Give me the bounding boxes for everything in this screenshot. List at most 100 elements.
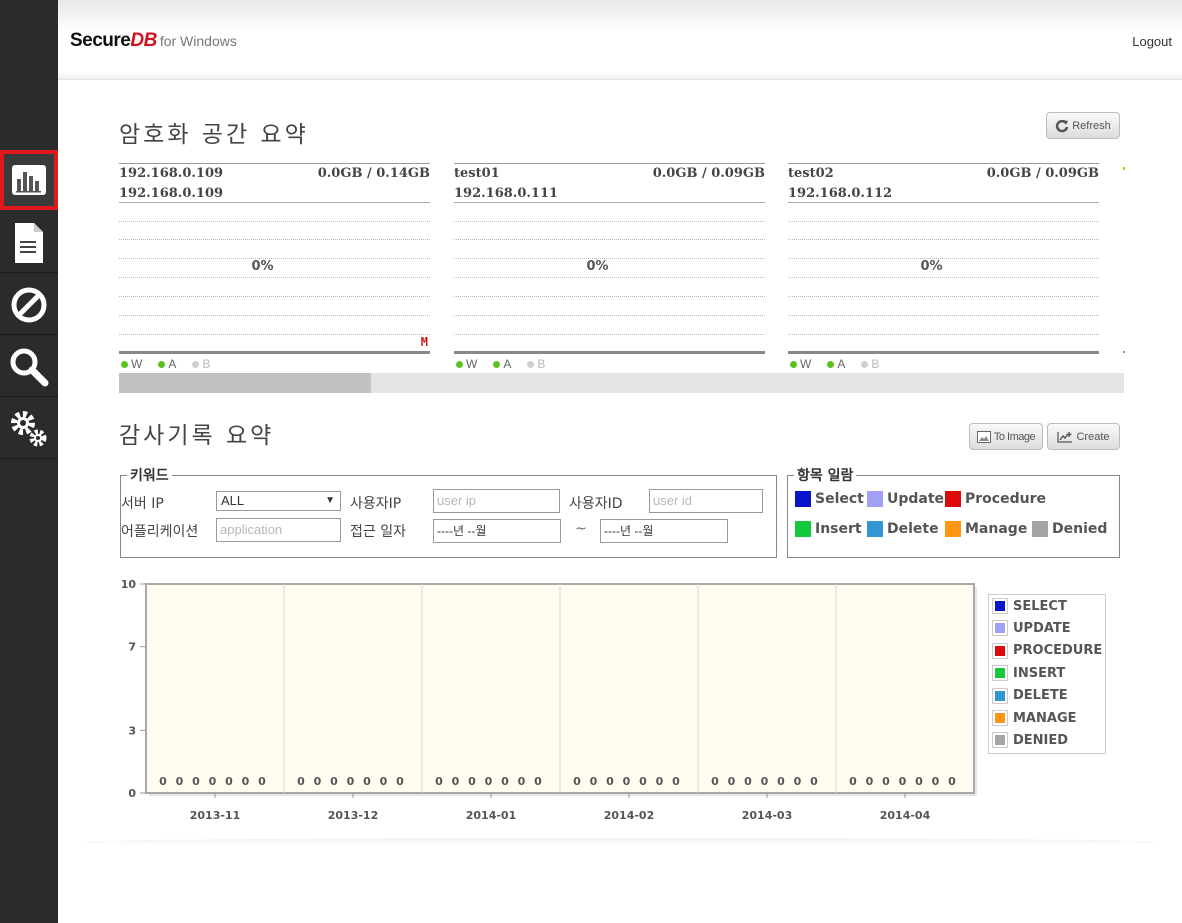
data-label: 0: [794, 775, 802, 788]
nav-documents-button[interactable]: [0, 213, 58, 273]
gridline: [454, 277, 765, 278]
nav-settings-button[interactable]: [0, 399, 58, 459]
legend-label: W: [800, 357, 812, 371]
nav-block-button[interactable]: [0, 275, 58, 335]
search-icon: [10, 348, 49, 386]
server-cards-scrollbar[interactable]: [119, 373, 1124, 393]
color-swatch: [867, 521, 883, 537]
data-label: 0: [810, 775, 818, 788]
chart-legend-label: DENIED: [1013, 732, 1069, 748]
data-label: 0: [314, 775, 322, 788]
categories-fieldset: 항목 일람: [787, 465, 1120, 558]
panel-shadow: [80, 838, 1160, 846]
data-label: 0: [225, 775, 233, 788]
color-swatch: [945, 521, 961, 537]
date-from-input[interactable]: ----년 --월: [433, 519, 561, 543]
category-label: Select: [815, 491, 864, 507]
data-label: 0: [330, 775, 338, 788]
user-ip-input[interactable]: user ip: [433, 489, 560, 513]
chart-legend-label: SELECT: [1013, 598, 1067, 614]
legend-item: A: [493, 357, 511, 371]
data-label: 0: [882, 775, 890, 788]
access-date-label: 접근 일자: [350, 524, 406, 540]
gridline: [788, 221, 1099, 222]
categories-legend: 항목 일람: [797, 468, 854, 484]
server-name: test02: [788, 166, 834, 181]
status-dot-icon: [456, 360, 463, 368]
gridline: [454, 221, 765, 222]
chart-legend-item: MANAGE: [992, 710, 1077, 726]
overflow-indicator: [1123, 167, 1125, 170]
x-tick-label: 2014-04: [880, 809, 931, 822]
divider: [119, 163, 430, 164]
x-tick-label: 2013-11: [190, 809, 241, 822]
gridline: [119, 334, 430, 335]
data-label: 0: [258, 775, 266, 788]
user-ip-label: 사용자IP: [350, 496, 402, 512]
scrollbar-thumb[interactable]: [119, 373, 371, 393]
user-id-input[interactable]: user id: [649, 489, 763, 513]
color-swatch: [1032, 521, 1048, 537]
y-tick-label: 7: [128, 641, 136, 654]
chart-legend-label: MANAGE: [1013, 710, 1077, 726]
data-label: 0: [590, 775, 598, 788]
chart-legend-label: INSERT: [1013, 665, 1066, 681]
gridline: [788, 239, 1099, 240]
data-label: 0: [363, 775, 371, 788]
status-dot-icon: [158, 360, 166, 368]
chart-legend-label: DELETE: [1013, 688, 1068, 704]
divider: [454, 351, 765, 354]
category-item: Procedure: [945, 491, 1046, 507]
chart-legend: SELECT UPDATE PROCEDURE INSERT DELETE MANAGE D…: [988, 594, 1106, 754]
application-input[interactable]: application: [216, 518, 341, 542]
server-card[interactable]: test01 0.0GB / 0.09GB 192.168.0.111 0% W…: [454, 163, 765, 373]
date-to-input[interactable]: ----년 --월: [600, 519, 728, 543]
server-name: 192.168.0.109: [119, 166, 224, 181]
server-ip-select[interactable]: ALL ▼: [216, 491, 341, 511]
usage-percent: 0%: [920, 259, 943, 274]
legend-label: B: [202, 357, 211, 371]
data-label: 0: [711, 775, 719, 788]
gridline: [119, 239, 430, 240]
logout-link[interactable]: Logout: [1132, 34, 1172, 49]
category-label: Manage: [965, 521, 1028, 537]
category-item: Update: [867, 491, 944, 507]
legend-label: A: [168, 357, 177, 371]
color-swatch: [992, 687, 1008, 704]
category-item: Insert: [795, 521, 862, 537]
nav-search-button[interactable]: [0, 337, 58, 397]
create-label: Create: [1076, 430, 1110, 443]
data-label: 0: [777, 775, 785, 788]
chevron-down-icon: ▼: [325, 495, 335, 506]
server-legend: WAB: [121, 357, 210, 371]
category-item: Manage: [945, 521, 1027, 537]
data-label: 0: [518, 775, 526, 788]
divider: [119, 202, 430, 203]
data-label: 0: [623, 775, 631, 788]
refresh-button[interactable]: Refresh: [1046, 112, 1120, 139]
nav-dashboard-button[interactable]: [0, 150, 58, 210]
x-tick-label: 2014-02: [604, 809, 655, 822]
image-icon: [976, 430, 991, 443]
audit-summary-title: 감사기록 요약: [119, 423, 275, 449]
create-button[interactable]: Create: [1047, 423, 1120, 450]
legend-label: B: [871, 357, 880, 371]
gridline: [454, 239, 765, 240]
chart-legend-item: UPDATE: [992, 620, 1071, 637]
server-card[interactable]: 192.168.0.109 0.0GB / 0.14GB 192.168.0.1…: [119, 163, 430, 373]
server-card[interactable]: test02 0.0GB / 0.09GB 192.168.0.112 0% W…: [788, 163, 1099, 373]
data-label: 0: [396, 775, 404, 788]
date-range-separator: ~: [575, 521, 587, 537]
bar-chart-icon: [12, 165, 46, 195]
block-icon: [11, 287, 47, 322]
category-item: Delete: [867, 521, 939, 537]
category-label: Denied: [1052, 521, 1108, 537]
data-label: 0: [192, 775, 200, 788]
data-label: 0: [728, 775, 736, 788]
gears-icon: [11, 410, 47, 446]
color-swatch: [795, 491, 811, 507]
to-image-button[interactable]: To Image: [969, 423, 1043, 450]
usage-percent: 0%: [251, 259, 274, 274]
divider: [454, 202, 765, 203]
refresh-icon: [1056, 119, 1069, 132]
